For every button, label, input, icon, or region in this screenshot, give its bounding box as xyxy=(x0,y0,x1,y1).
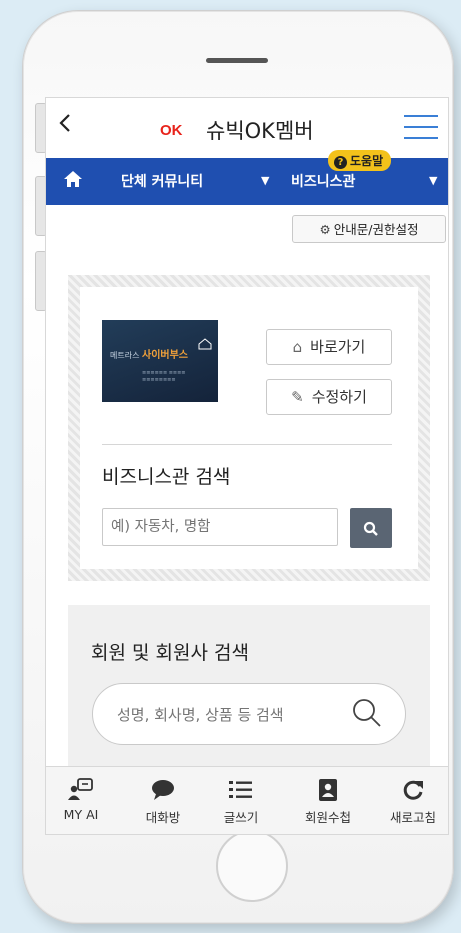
shortcut-label: 바로가기 xyxy=(310,338,366,356)
tab-label: 대화방 xyxy=(145,810,181,825)
search-icon xyxy=(363,521,378,536)
home-icon[interactable] xyxy=(63,170,83,192)
tab-refresh[interactable]: 새로고침 xyxy=(378,777,448,826)
house-outline-icon xyxy=(198,338,212,350)
brand-logo: OK xyxy=(160,122,183,139)
app-screen: OK 슈빅OK멤버 단체 커뮤니티 ▼ 비즈니스관 ▼ ? 도움말 ⚙ 안내문/권한… xyxy=(45,97,449,835)
thumbnail-brand-prefix: 메트라스 xyxy=(110,351,140,360)
list-icon xyxy=(229,781,252,798)
tab-label: 글쓰기 xyxy=(223,810,259,825)
edit-button[interactable]: ✎ 수정하기 xyxy=(266,379,392,415)
hamburger-icon[interactable] xyxy=(404,115,438,139)
tab-my-ai[interactable]: MY AI xyxy=(46,777,116,822)
permissions-label: 안내문/권한설정 xyxy=(333,222,419,237)
edit-label: 수정하기 xyxy=(311,388,367,406)
business-search-title: 비즈니스관 검색 xyxy=(102,466,231,488)
nav-bar: 단체 커뮤니티 ▼ 비즈니스관 ▼ ? 도움말 xyxy=(46,150,448,205)
business-thumbnail[interactable]: 메트라스 사이버부스 ≡≡≡≡≡≡ ≡≡≡≡ ≡≡≡≡≡≡≡≡ xyxy=(102,320,218,402)
chevron-down-icon[interactable]: ▼ xyxy=(261,174,269,187)
business-search-button[interactable] xyxy=(350,508,392,548)
permissions-button[interactable]: ⚙ 안내문/권한설정 xyxy=(292,215,446,243)
tab-write[interactable]: 글쓰기 xyxy=(206,777,276,826)
gear-icon: ⚙ xyxy=(319,222,331,237)
tab-label: MY AI xyxy=(63,807,99,822)
help-badge[interactable]: ? 도움말 xyxy=(328,150,392,171)
thumbnail-brand: 메트라스 사이버부스 xyxy=(110,346,188,361)
tab-label: 새로고침 xyxy=(389,810,436,825)
speech-bubble-icon xyxy=(152,780,174,800)
member-search-title: 회원 및 회원사 검색 xyxy=(91,642,249,664)
business-card: 메트라스 사이버부스 ≡≡≡≡≡≡ ≡≡≡≡ ≡≡≡≡≡≡≡≡ ⌂ 바로가기 ✎ 수정… xyxy=(80,287,418,569)
business-card-frame: 메트라스 사이버부스 ≡≡≡≡≡≡ ≡≡≡≡ ≡≡≡≡≡≡≡≡ ⌂ 바로가기 ✎ 수정… xyxy=(68,275,430,581)
phone-speaker xyxy=(206,58,268,63)
divider xyxy=(102,444,392,445)
shortcut-button[interactable]: ⌂ 바로가기 xyxy=(266,329,392,365)
bottom-tab-bar: MY AI 대화방 글쓰기 회원수첩 새로고침 xyxy=(46,766,448,834)
app-title: 슈빅OK멤버 xyxy=(206,119,314,143)
member-search-input[interactable] xyxy=(115,698,339,732)
nav-community[interactable]: 단체 커뮤니티 xyxy=(121,171,203,191)
refresh-icon xyxy=(403,780,423,800)
phone-home-button[interactable] xyxy=(216,830,288,902)
top-bar: OK 슈빅OK멤버 xyxy=(46,98,448,158)
tab-member-book[interactable]: 회원수첩 xyxy=(293,777,363,826)
chevron-down-icon[interactable]: ▼ xyxy=(429,174,437,187)
chevron-left-icon[interactable] xyxy=(58,112,72,140)
tab-chat[interactable]: 대화방 xyxy=(128,777,198,826)
business-search-input[interactable] xyxy=(102,508,338,546)
thumbnail-fine-print: ≡≡≡≡≡≡ ≡≡≡≡ ≡≡≡≡≡≡≡≡ xyxy=(142,370,186,383)
question-icon: ? xyxy=(334,156,347,169)
tab-label: 회원수첩 xyxy=(304,810,351,825)
pencil-icon: ✎ xyxy=(291,388,304,406)
member-search-field[interactable] xyxy=(92,683,406,745)
help-label: 도움말 xyxy=(350,154,384,168)
home-outline-icon: ⌂ xyxy=(292,338,303,356)
ai-chat-icon xyxy=(68,778,93,800)
nav-business[interactable]: 비즈니스관 xyxy=(291,171,355,191)
address-book-icon xyxy=(319,779,337,801)
thumbnail-brand-name: 사이버부스 xyxy=(142,350,188,361)
search-icon[interactable] xyxy=(351,697,383,729)
